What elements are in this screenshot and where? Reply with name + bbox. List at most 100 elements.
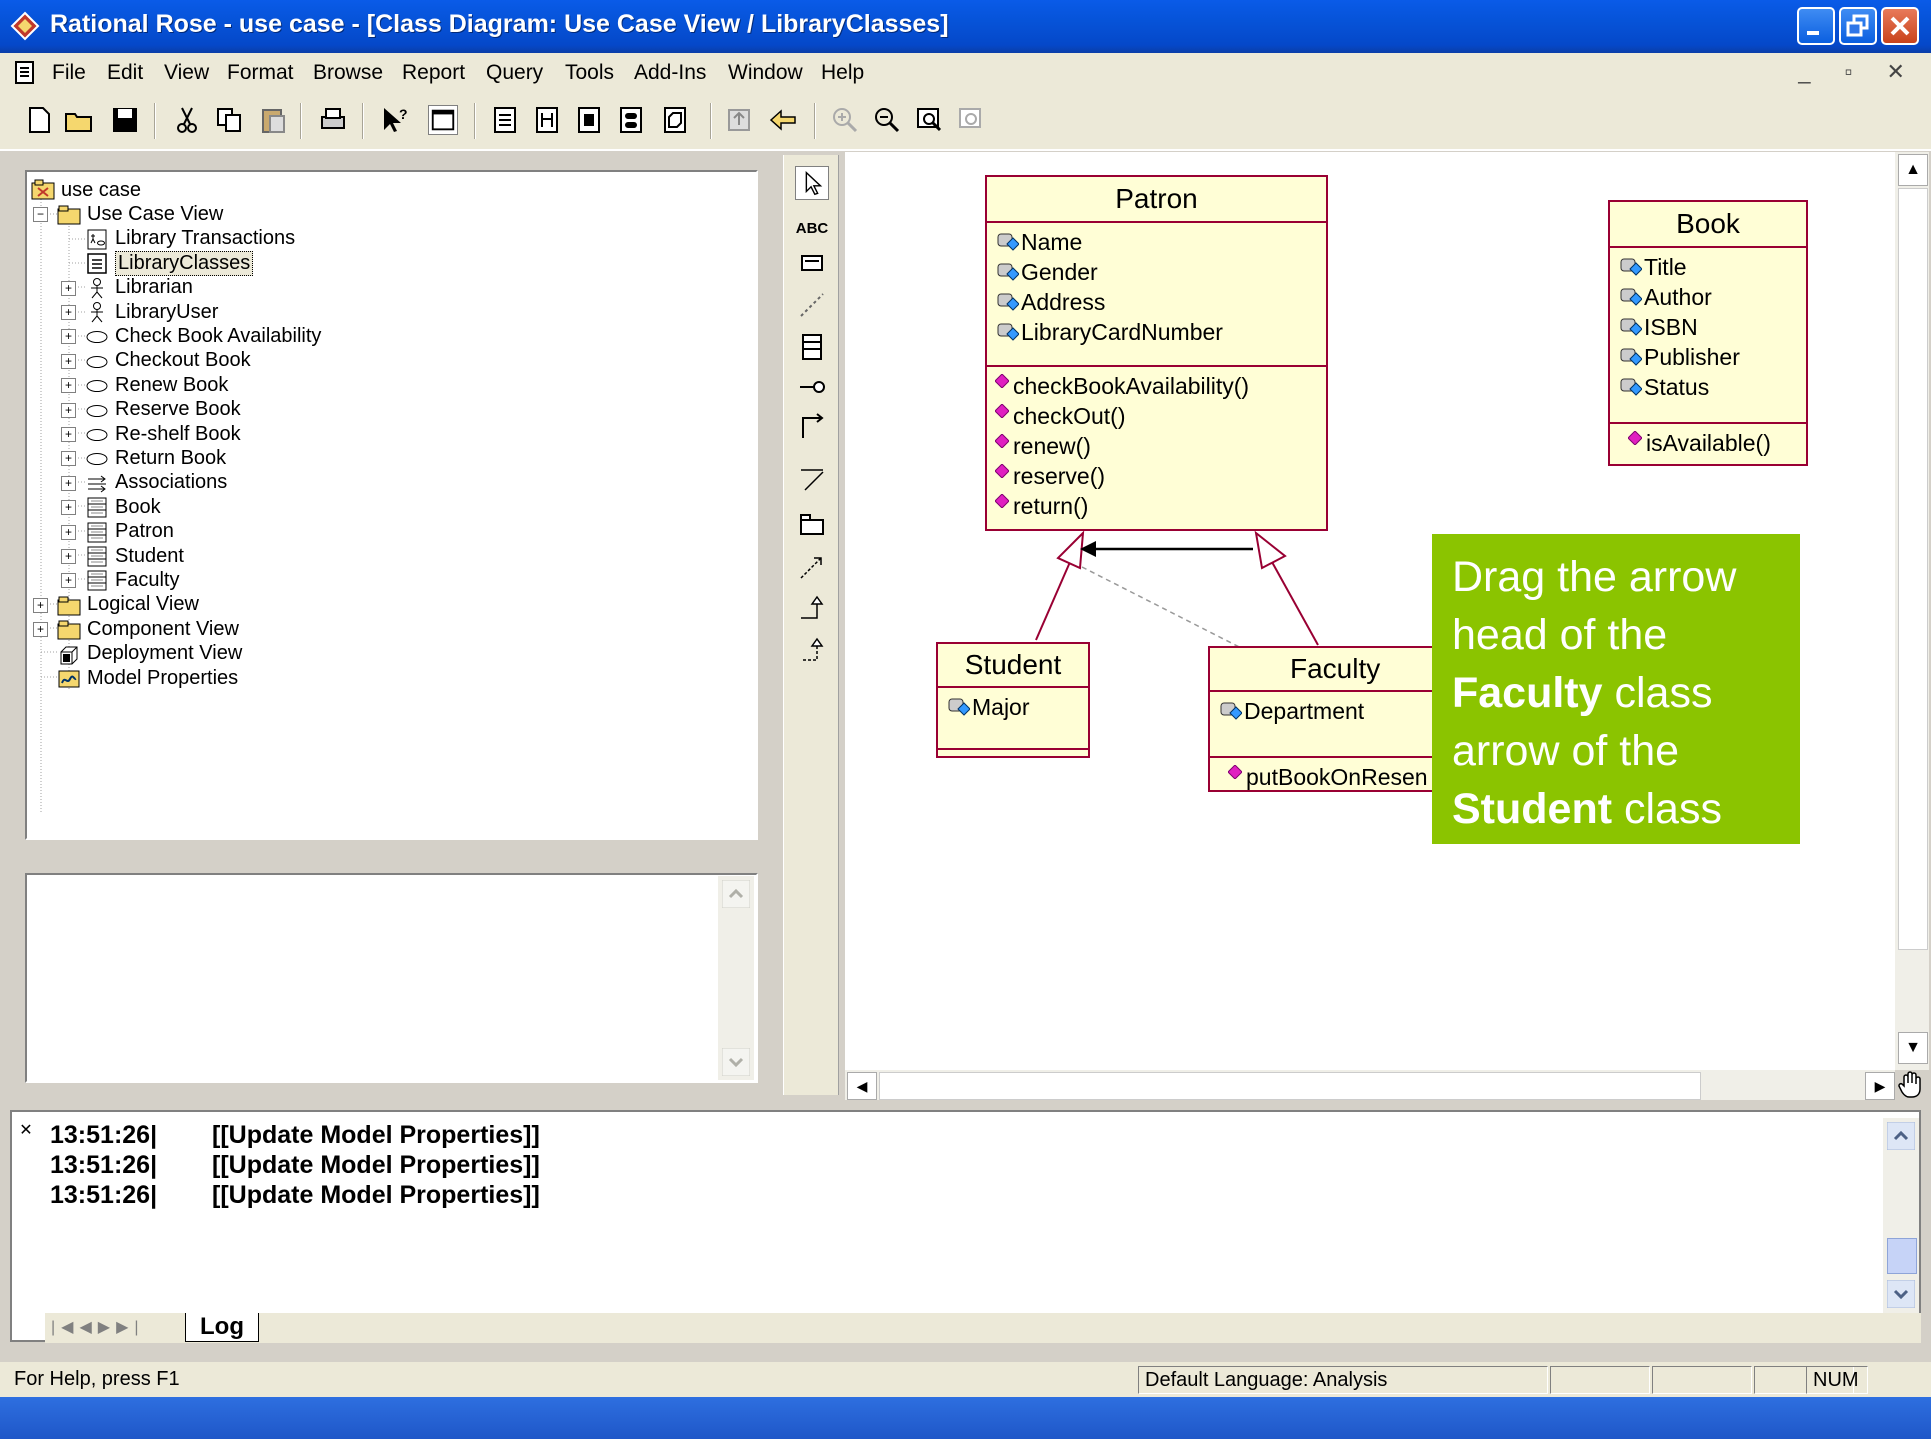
expand-toggle[interactable]: + bbox=[61, 549, 76, 564]
menu-edit[interactable]: Edit bbox=[107, 61, 143, 85]
model-browser-tree[interactable]: use case − Use Case View Library Transacti… bbox=[25, 170, 758, 840]
operation[interactable]: return() bbox=[995, 491, 1326, 521]
attribute[interactable]: Publisher bbox=[1618, 342, 1806, 372]
expand-toggle[interactable]: − bbox=[33, 207, 48, 223]
attribute[interactable]: Status bbox=[1618, 372, 1806, 402]
expand-toggle[interactable]: + bbox=[61, 378, 76, 394]
interface-tool-icon[interactable] bbox=[795, 370, 829, 404]
expand-toggle[interactable]: + bbox=[61, 329, 76, 345]
fit-in-window-icon[interactable] bbox=[914, 105, 944, 135]
faculty-generalization[interactable] bbox=[1254, 530, 1319, 646]
class-tool-icon[interactable] bbox=[795, 330, 829, 364]
log-close-icon[interactable]: ✕ bbox=[14, 1120, 38, 1160]
expand-toggle[interactable]: + bbox=[61, 524, 76, 540]
expand-toggle[interactable]: + bbox=[61, 353, 76, 369]
tree-item[interactable]: Model Properties bbox=[57, 664, 238, 692]
mdi-window-controls[interactable]: _ ▫ ✕ bbox=[1798, 59, 1919, 85]
log-scrollbar[interactable] bbox=[1883, 1118, 1919, 1313]
menu-window[interactable]: Window bbox=[728, 61, 803, 85]
expand-toggle[interactable]: + bbox=[61, 427, 76, 442]
expand-toggle[interactable]: + bbox=[61, 475, 76, 491]
menu-help[interactable]: Help bbox=[821, 61, 864, 85]
undo-fit-icon[interactable] bbox=[956, 105, 986, 135]
attribute[interactable]: Major bbox=[946, 692, 1088, 722]
attribute[interactable]: Department bbox=[1218, 696, 1434, 726]
print-icon[interactable] bbox=[318, 105, 348, 135]
menu-add-ins[interactable]: Add-Ins bbox=[634, 61, 706, 85]
expand-toggle[interactable]: + bbox=[61, 500, 76, 516]
package-tool-icon[interactable] bbox=[795, 508, 829, 542]
anchor-note-tool-icon[interactable] bbox=[795, 288, 829, 322]
hand-pan-icon[interactable] bbox=[1895, 1068, 1929, 1100]
expand-toggle[interactable]: + bbox=[61, 305, 76, 320]
menu-tools[interactable]: Tools bbox=[565, 61, 614, 85]
class-faculty[interactable]: Faculty Department putBookOnResen bbox=[1208, 646, 1434, 792]
menu-format[interactable]: Format bbox=[227, 61, 294, 85]
realize-tool-icon[interactable] bbox=[795, 634, 829, 668]
scroll-down-icon[interactable] bbox=[1887, 1280, 1915, 1308]
new-icon[interactable] bbox=[24, 105, 54, 135]
minimize-button[interactable] bbox=[1797, 7, 1835, 45]
expand-toggle[interactable]: + bbox=[61, 451, 76, 467]
expand-toggle[interactable]: + bbox=[61, 280, 76, 296]
aggregation-tool-icon[interactable] bbox=[795, 462, 829, 496]
attribute[interactable]: ISBN bbox=[1618, 312, 1806, 342]
scroll-left-icon[interactable]: ◀ bbox=[847, 1072, 877, 1100]
text-tool-icon[interactable]: ABC bbox=[795, 212, 829, 246]
documentation-pane[interactable] bbox=[25, 873, 758, 1083]
menu-view[interactable]: View bbox=[164, 61, 209, 85]
copy-icon[interactable] bbox=[214, 105, 244, 135]
open-icon[interactable] bbox=[64, 105, 94, 135]
attribute[interactable]: Name bbox=[995, 227, 1326, 257]
tab-log[interactable]: Log bbox=[185, 1313, 259, 1342]
expand-toggle[interactable]: + bbox=[61, 573, 76, 589]
zoom-in-icon[interactable] bbox=[830, 105, 860, 135]
component-diagram-icon[interactable] bbox=[574, 105, 604, 135]
operation[interactable]: checkOut() bbox=[995, 401, 1326, 431]
scroll-up-icon[interactable] bbox=[1887, 1122, 1915, 1150]
zoom-out-icon[interactable] bbox=[872, 105, 902, 135]
menu-browse[interactable]: Browse bbox=[313, 61, 383, 85]
operation[interactable]: reserve() bbox=[995, 461, 1326, 491]
scroll-down-icon[interactable] bbox=[722, 1048, 750, 1076]
scroll-up-icon[interactable]: ▲ bbox=[1898, 154, 1928, 186]
menu-file[interactable]: File bbox=[52, 61, 86, 85]
documentation-scrollbar[interactable] bbox=[718, 876, 754, 1080]
close-button[interactable] bbox=[1881, 7, 1919, 45]
attribute[interactable]: Author bbox=[1618, 282, 1806, 312]
operation[interactable]: isAvailable() bbox=[1618, 428, 1806, 458]
statechart-diagram-icon[interactable] bbox=[616, 105, 646, 135]
selection-tool-icon[interactable] bbox=[795, 166, 829, 200]
scroll-down-icon[interactable]: ▼ bbox=[1898, 1032, 1928, 1064]
tab-navigation-icons[interactable]: |◀◀▶▶| bbox=[51, 1317, 145, 1337]
operation[interactable]: renew() bbox=[995, 431, 1326, 461]
generalization-tool-icon[interactable] bbox=[795, 592, 829, 626]
expand-toggle[interactable]: + bbox=[33, 622, 48, 638]
interaction-diagram-icon[interactable] bbox=[532, 105, 562, 135]
menu-query[interactable]: Query bbox=[486, 61, 543, 85]
attribute[interactable]: LibraryCardNumber bbox=[995, 317, 1326, 347]
attribute[interactable]: Address bbox=[995, 287, 1326, 317]
deployment-diagram-icon[interactable] bbox=[660, 105, 690, 135]
scroll-thumb[interactable] bbox=[879, 1072, 1701, 1100]
diagram-vertical-scrollbar[interactable]: ▲ ▼ bbox=[1895, 152, 1929, 1070]
attribute[interactable]: Gender bbox=[995, 257, 1326, 287]
note-tool-icon[interactable] bbox=[795, 246, 829, 280]
student-generalization[interactable] bbox=[1035, 530, 1085, 641]
menu-report[interactable]: Report bbox=[402, 61, 465, 85]
view-browser-icon[interactable] bbox=[428, 105, 458, 135]
browse-parent-icon[interactable] bbox=[724, 105, 754, 135]
restore-button[interactable] bbox=[1839, 7, 1877, 45]
save-icon[interactable] bbox=[110, 105, 140, 135]
class-diagram-icon[interactable] bbox=[490, 105, 520, 135]
expand-toggle[interactable]: + bbox=[33, 597, 48, 613]
class-student[interactable]: Student Major bbox=[936, 642, 1090, 758]
class-book[interactable]: Book Title Author ISBN Publisher Status … bbox=[1608, 200, 1808, 466]
expand-toggle[interactable]: + bbox=[61, 402, 76, 418]
paste-icon[interactable] bbox=[258, 105, 288, 135]
scroll-thumb[interactable] bbox=[1898, 188, 1928, 950]
dependency-tool-icon[interactable] bbox=[795, 550, 829, 584]
association-tool-icon[interactable] bbox=[795, 410, 829, 444]
scroll-up-icon[interactable] bbox=[722, 880, 750, 908]
class-patron[interactable]: Patron Name Gender Address LibraryCardNu… bbox=[985, 175, 1328, 531]
